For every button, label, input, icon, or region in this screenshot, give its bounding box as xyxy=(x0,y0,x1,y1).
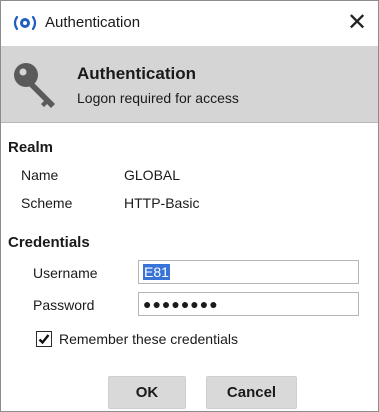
authentication-dialog: Authentication ✕ Authentication Logon re… xyxy=(0,0,379,412)
app-logo-icon xyxy=(13,15,37,31)
realm-heading: Realm xyxy=(8,139,54,156)
close-button[interactable]: ✕ xyxy=(342,9,372,37)
remember-label[interactable]: Remember these credentials xyxy=(59,330,238,348)
cancel-button[interactable]: Cancel xyxy=(206,376,297,409)
checkmark-icon xyxy=(38,334,50,345)
password-value: ●●●●●●●● xyxy=(143,296,219,312)
title-bar: Authentication ✕ xyxy=(1,1,378,46)
close-icon: ✕ xyxy=(346,9,368,36)
remember-checkbox[interactable] xyxy=(36,331,52,347)
username-label: Username xyxy=(33,265,98,281)
realm-scheme-value: HTTP-Basic xyxy=(124,195,200,211)
realm-scheme-label: Scheme xyxy=(21,195,73,211)
username-value: E81 xyxy=(143,264,170,280)
banner-subtitle: Logon required for access xyxy=(77,90,239,106)
username-field[interactable]: E81 xyxy=(138,260,359,284)
credentials-heading: Credentials xyxy=(8,234,90,251)
header-banner: Authentication Logon required for access xyxy=(1,46,378,123)
window-title: Authentication xyxy=(45,14,141,31)
key-icon xyxy=(11,60,63,112)
ok-button[interactable]: OK xyxy=(108,376,186,409)
password-label: Password xyxy=(33,297,95,313)
realm-name-value: GLOBAL xyxy=(124,167,181,183)
password-field[interactable]: ●●●●●●●● xyxy=(138,292,359,316)
realm-name-label: Name xyxy=(21,167,59,183)
banner-title: Authentication xyxy=(77,64,196,83)
